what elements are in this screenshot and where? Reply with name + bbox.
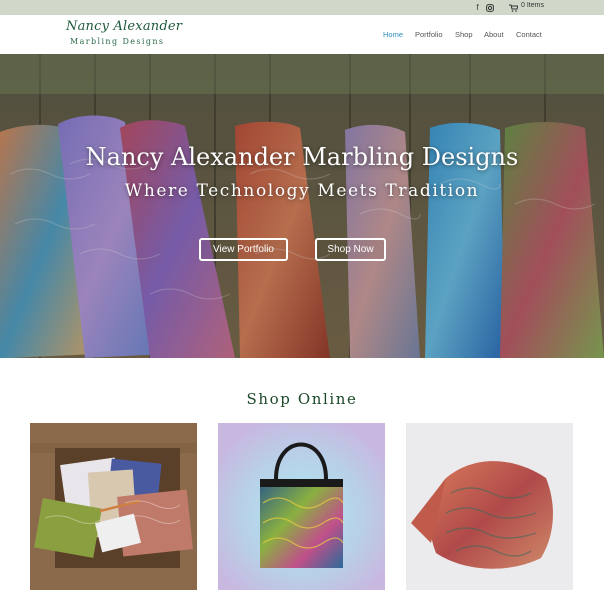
marbled-paper-image xyxy=(30,423,197,590)
hero-title: Nancy Alexander Marbling Designs xyxy=(85,143,519,171)
nav-shop[interactable]: Shop xyxy=(455,30,473,39)
instagram-icon[interactable] xyxy=(485,3,494,12)
shop-now-button[interactable]: Shop Now xyxy=(315,238,386,261)
nav-about[interactable]: About xyxy=(484,30,504,39)
logo[interactable]: Nancy Alexander xyxy=(66,19,182,34)
view-portfolio-button[interactable]: View Portfolio xyxy=(199,238,288,261)
hero-banner xyxy=(0,54,604,358)
marbled-silk-scarf-image xyxy=(406,423,573,590)
product-card-tote[interactable] xyxy=(218,423,385,590)
top-bar: f 0 Items xyxy=(0,0,604,15)
product-card-paper[interactable] xyxy=(30,423,197,590)
nav-contact[interactable]: Contact xyxy=(516,30,542,39)
facebook-icon[interactable]: f xyxy=(473,3,482,12)
site-header: Nancy Alexander Marbling Designs Home Po… xyxy=(0,15,604,54)
hero-subtitle: Where Technology Meets Tradition xyxy=(124,181,480,201)
cart-icon[interactable] xyxy=(509,3,518,12)
product-card-scarf[interactable] xyxy=(406,423,573,590)
nav-home[interactable]: Home xyxy=(383,30,403,39)
nav-portfolio[interactable]: Portfolio xyxy=(415,30,443,39)
shop-online-heading: Shop Online xyxy=(246,390,358,408)
logo-subtitle[interactable]: Marbling Designs xyxy=(70,37,164,46)
cart-count[interactable]: 0 Items xyxy=(521,2,544,9)
marbled-tote-bag-image xyxy=(218,423,385,590)
